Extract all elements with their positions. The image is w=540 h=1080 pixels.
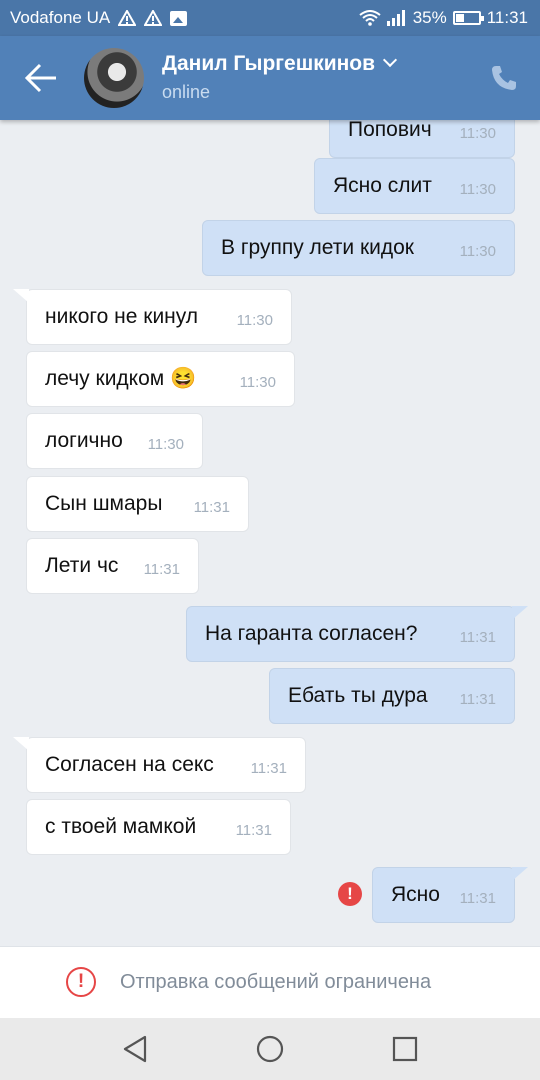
message-time: 11:31 bbox=[143, 561, 180, 578]
message-text: лечу кидком 😆 bbox=[45, 367, 197, 390]
chat-header: Данил Гыргешкинов online bbox=[0, 36, 540, 120]
message-text: Попович bbox=[348, 120, 432, 141]
image-notification-icon bbox=[170, 10, 188, 26]
message-text: с твоей мамкой bbox=[45, 815, 197, 838]
message-text: Ясно слит bbox=[333, 174, 432, 197]
send-error-icon[interactable]: ! bbox=[338, 882, 362, 906]
message-text: логично bbox=[45, 429, 123, 452]
message-bubble-outgoing-failed[interactable]: Ясно 11:31 bbox=[372, 867, 528, 923]
message-time: 11:30 bbox=[236, 312, 273, 329]
message-bubble-outgoing[interactable]: На гаранта согласен? 11:31 bbox=[186, 606, 528, 662]
message-time: 11:30 bbox=[147, 436, 184, 453]
phone-icon[interactable] bbox=[490, 64, 518, 92]
message-time: 11:31 bbox=[250, 760, 287, 777]
message-text: На гаранта согласен? bbox=[205, 622, 418, 645]
message-time: 11:30 bbox=[459, 243, 496, 260]
message-bubble-incoming[interactable]: Лети чс 11:31 bbox=[26, 538, 199, 594]
warning-icon bbox=[118, 10, 137, 26]
home-circle-icon[interactable] bbox=[255, 1034, 285, 1064]
message-time: 11:31 bbox=[459, 890, 496, 907]
message-list[interactable]: Попович 11:30 Ясно слит 11:30 В группу л… bbox=[0, 120, 540, 946]
clock: 11:31 bbox=[486, 8, 528, 27]
message-bubble-incoming[interactable]: логично 11:30 bbox=[26, 413, 203, 469]
message-text: Сын шмары bbox=[45, 492, 163, 515]
contact-name: Данил Гыргешкинов bbox=[162, 52, 376, 75]
message-text: Лети чс bbox=[45, 554, 119, 577]
message-bubble-incoming[interactable]: Сын шмары 11:31 bbox=[26, 476, 249, 532]
message-text: никого не кинул bbox=[45, 305, 199, 328]
messaging-restricted-bar: ! Отправка сообщений ограничена bbox=[0, 946, 540, 1018]
back-triangle-icon[interactable] bbox=[120, 1034, 150, 1064]
recents-square-icon[interactable] bbox=[390, 1034, 420, 1064]
arrow-left-icon[interactable] bbox=[24, 62, 58, 94]
message-bubble-incoming[interactable]: с твоей мамкой 11:31 bbox=[26, 799, 291, 855]
message-text: Ясно bbox=[391, 883, 440, 906]
message-bubble-outgoing[interactable]: Попович 11:30 bbox=[329, 120, 515, 158]
message-bubble-outgoing[interactable]: Ясно слит 11:30 bbox=[314, 158, 515, 214]
message-bubble-incoming[interactable]: Согласен на секс 11:31 bbox=[13, 737, 306, 793]
message-bubble-outgoing[interactable]: В группу лети кидок 11:30 bbox=[202, 220, 515, 276]
avatar[interactable] bbox=[84, 48, 144, 108]
carrier-label: Vodafone UA bbox=[10, 8, 111, 27]
message-time: 11:31 bbox=[459, 691, 496, 708]
contact-name-button[interactable]: Данил Гыргешкинов bbox=[162, 52, 398, 76]
message-bubble-incoming[interactable]: никого не кинул 11:30 bbox=[13, 289, 292, 345]
message-time: 11:31 bbox=[459, 629, 496, 646]
message-time: 11:30 bbox=[459, 181, 496, 198]
message-text: Ебать ты дура bbox=[288, 684, 428, 707]
system-navigation-bar bbox=[0, 1018, 540, 1080]
message-time: 11:30 bbox=[239, 374, 276, 391]
message-bubble-outgoing[interactable]: Ебать ты дура 11:31 bbox=[269, 668, 515, 724]
presence-status: online bbox=[162, 82, 211, 102]
message-time: 11:31 bbox=[235, 822, 272, 839]
wifi-icon bbox=[359, 10, 381, 26]
chevron-down-icon bbox=[382, 52, 398, 68]
message-text: В группу лети кидок bbox=[221, 236, 414, 259]
message-time: 11:30 bbox=[459, 125, 496, 142]
warning-icon bbox=[144, 10, 163, 26]
battery-percent: 35% bbox=[412, 8, 447, 27]
battery-icon bbox=[452, 11, 484, 25]
signal-icon bbox=[386, 10, 405, 26]
restriction-text: Отправка сообщений ограничена bbox=[120, 971, 432, 993]
message-time: 11:31 bbox=[193, 499, 230, 516]
message-bubble-incoming[interactable]: лечу кидком 😆 11:30 bbox=[26, 351, 295, 407]
alert-circle-icon: ! bbox=[66, 967, 96, 997]
message-text: Согласен на секс bbox=[45, 753, 214, 776]
status-bar: Vodafone UA 35% 11:31 bbox=[0, 0, 540, 36]
